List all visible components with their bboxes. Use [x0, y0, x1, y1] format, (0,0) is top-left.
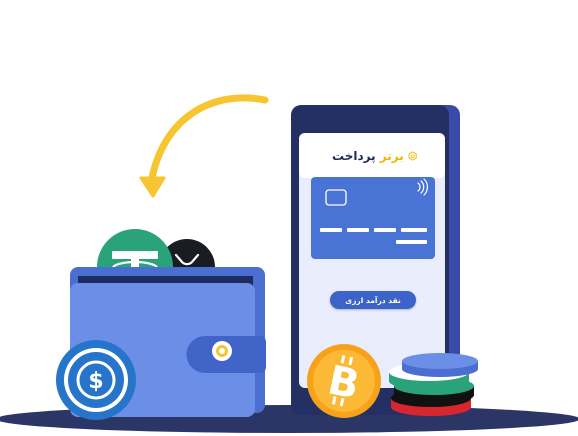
usdc-coin-icon: $ — [56, 340, 136, 420]
svg-text:$: $ — [88, 369, 103, 394]
coin-stack — [389, 353, 478, 416]
credit-card — [311, 177, 435, 259]
illustration: $ B — [0, 94, 578, 433]
brand-logo-icon — [408, 151, 417, 161]
brand-name-part1: برتر — [379, 149, 404, 163]
withdraw-income-button[interactable]: نقد درآمد ارزی — [330, 291, 416, 309]
bitcoin-coin-icon: B — [307, 344, 381, 418]
brand-name-part2: پرداخت — [332, 149, 376, 163]
wallet-clasp-icon — [212, 341, 232, 361]
brand-header: برتر پرداخت — [332, 145, 417, 167]
curved-arrow-icon — [139, 94, 269, 198]
brand-name: برتر پرداخت — [332, 149, 404, 163]
